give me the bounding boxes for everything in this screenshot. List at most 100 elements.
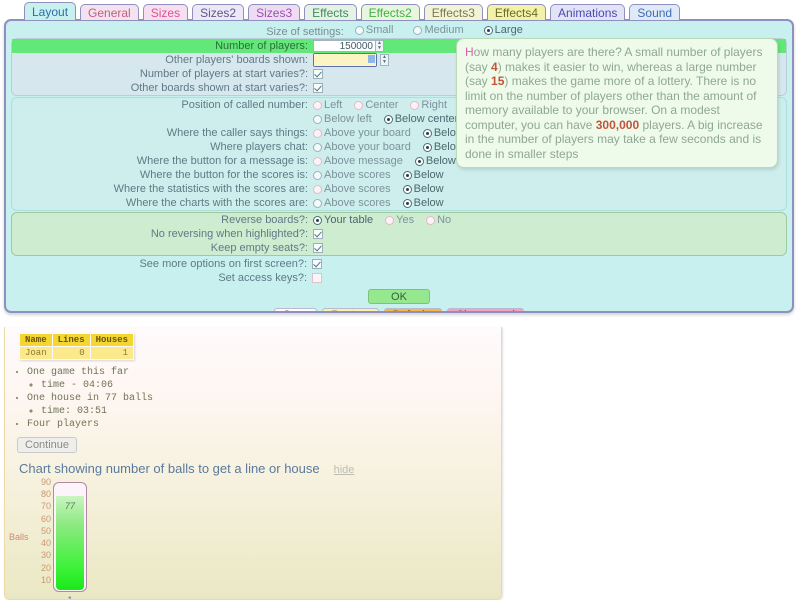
spinner-arrows-icon[interactable]: ▲ ▼ <box>380 54 389 66</box>
radio-icon[interactable] <box>354 100 364 110</box>
stats-below[interactable]: Below <box>402 182 444 196</box>
called-pos-left[interactable]: Left <box>313 98 342 112</box>
scorebtn-above[interactable]: Above scores <box>313 168 391 182</box>
radio-icon[interactable] <box>385 215 395 225</box>
radio-icon[interactable] <box>414 156 424 166</box>
radio-icon[interactable] <box>422 142 432 152</box>
select-field[interactable] <box>314 54 376 66</box>
option-label: Above your board <box>324 141 411 153</box>
chart-y-tick: 60 <box>40 513 51 524</box>
option-label: Above scores <box>324 169 391 181</box>
option-label: Below <box>413 197 444 209</box>
option-label: Large <box>494 24 523 36</box>
tab-sizes2[interactable]: Sizes2 <box>192 4 245 20</box>
msgbtn-below[interactable]: Below <box>414 154 456 168</box>
ok-button[interactable]: OK <box>368 289 430 304</box>
reverse-boards-options: Your table Yes No <box>313 213 460 227</box>
reverse-yes[interactable]: Yes <box>385 213 414 227</box>
radio-icon[interactable] <box>413 26 423 35</box>
radio-icon[interactable] <box>483 26 493 35</box>
other-boards-spinner[interactable]: ▲ ▼ <box>380 54 389 66</box>
option-label: Left <box>324 99 343 111</box>
radio-icon[interactable] <box>426 215 436 225</box>
stats-above[interactable]: Above scores <box>313 182 391 196</box>
button-scores-label: Where the button for the scores is: <box>139 169 308 181</box>
checkbox-icon[interactable] <box>312 259 322 269</box>
tooltip-accesskey: H <box>465 45 474 59</box>
radio-icon[interactable] <box>313 128 322 138</box>
tab-layout[interactable]: Layout <box>24 2 77 20</box>
chart-title: Chart showing number of balls to get a l… <box>19 461 320 476</box>
radio-icon[interactable] <box>313 215 322 225</box>
boards-varies-control <box>313 83 323 93</box>
number-of-players-spinner[interactable]: ▲▼ <box>313 40 384 52</box>
checkbox-icon[interactable] <box>313 83 323 93</box>
number-of-players-control: ▲▼ <box>313 40 384 52</box>
button-message-label: Where the button for a message is: <box>136 155 308 167</box>
cell-lines: 0 <box>52 347 90 359</box>
radio-icon[interactable] <box>383 114 393 124</box>
reverse-no[interactable]: No <box>426 213 451 227</box>
charts-above[interactable]: Above scores <box>313 196 391 210</box>
radio-icon[interactable] <box>422 128 432 138</box>
scores-table: Name Lines Houses Joan 0 1 <box>19 333 134 360</box>
row-set-access-keys: Set access keys?: <box>11 271 787 285</box>
radio-icon[interactable] <box>410 100 420 110</box>
hide-chart-link[interactable]: hide <box>334 464 355 476</box>
tab-sizes[interactable]: Sizes <box>142 4 189 20</box>
tab-general[interactable]: General <box>80 4 139 20</box>
tab-animations[interactable]: Animations <box>550 4 626 20</box>
other-boards-select[interactable] <box>313 53 377 67</box>
restore-button[interactable]: Restore <box>322 308 379 311</box>
msgbtn-above[interactable]: Above message <box>313 154 403 168</box>
radio-icon[interactable] <box>313 100 322 110</box>
radio-icon[interactable] <box>402 184 412 194</box>
tab-sound[interactable]: Sound <box>629 4 681 20</box>
checkbox-icon[interactable] <box>313 69 323 79</box>
radio-icon[interactable] <box>313 170 322 180</box>
option-label: Below <box>413 169 444 181</box>
called-pos-below-left[interactable]: Below left <box>313 112 372 126</box>
checkbox-icon[interactable] <box>312 273 322 283</box>
radio-icon[interactable] <box>313 114 322 124</box>
charts-below[interactable]: Below <box>402 196 444 210</box>
clear-saved-button[interactable]: Clear saved <box>447 308 524 311</box>
radio-icon[interactable] <box>313 156 322 166</box>
caller-above[interactable]: Above your board <box>313 126 411 140</box>
continue-button-wrap: Continue <box>5 431 501 453</box>
tab-effects4[interactable]: Effects4 <box>486 4 547 20</box>
called-pos-right[interactable]: Right <box>410 98 447 112</box>
tab-label: Sizes <box>150 6 181 20</box>
chart-bar-value: 77 <box>64 500 75 511</box>
defaults-button[interactable]: Defaults <box>383 308 443 311</box>
stat-games-time: time - 04:06 <box>41 379 501 392</box>
scorebtn-below[interactable]: Below <box>402 168 444 182</box>
row-keep-empty-seats: Keep empty seats?: <box>12 241 786 255</box>
called-pos-center[interactable]: Center <box>354 98 398 112</box>
save-button[interactable]: Save <box>274 308 318 311</box>
called-pos-below-center[interactable]: Below center <box>383 112 458 126</box>
spinner-arrows-icon[interactable]: ▲ ▼ <box>375 40 384 52</box>
radio-icon[interactable] <box>313 184 322 194</box>
size-option-medium[interactable]: Medium <box>413 24 464 37</box>
size-option-small[interactable]: Small <box>354 24 393 37</box>
radio-icon[interactable] <box>313 198 322 208</box>
tab-effects3[interactable]: Effects3 <box>423 4 483 20</box>
stats-sublist: time: 03:51 <box>27 405 501 418</box>
chat-above[interactable]: Above your board <box>313 140 411 154</box>
radio-icon[interactable] <box>402 198 412 208</box>
misc-group: See more options on first screen?: Set a… <box>11 257 787 285</box>
radio-icon[interactable] <box>313 142 322 152</box>
continue-button[interactable]: Continue <box>17 437 78 453</box>
tab-effects2[interactable]: Effects2 <box>360 4 420 20</box>
action-button-row: Save Restore Defaults Clear saved <box>6 308 792 311</box>
size-option-large[interactable]: Large <box>483 24 523 37</box>
reverse-your-table[interactable]: Your table <box>313 213 373 227</box>
checkbox-icon[interactable] <box>313 243 323 253</box>
radio-icon[interactable] <box>354 26 364 35</box>
number-of-players-input[interactable] <box>313 40 375 52</box>
tab-sizes3[interactable]: Sizes3 <box>248 4 301 20</box>
tab-effects[interactable]: Effects <box>304 4 357 20</box>
checkbox-icon[interactable] <box>313 229 323 239</box>
radio-icon[interactable] <box>402 170 412 180</box>
